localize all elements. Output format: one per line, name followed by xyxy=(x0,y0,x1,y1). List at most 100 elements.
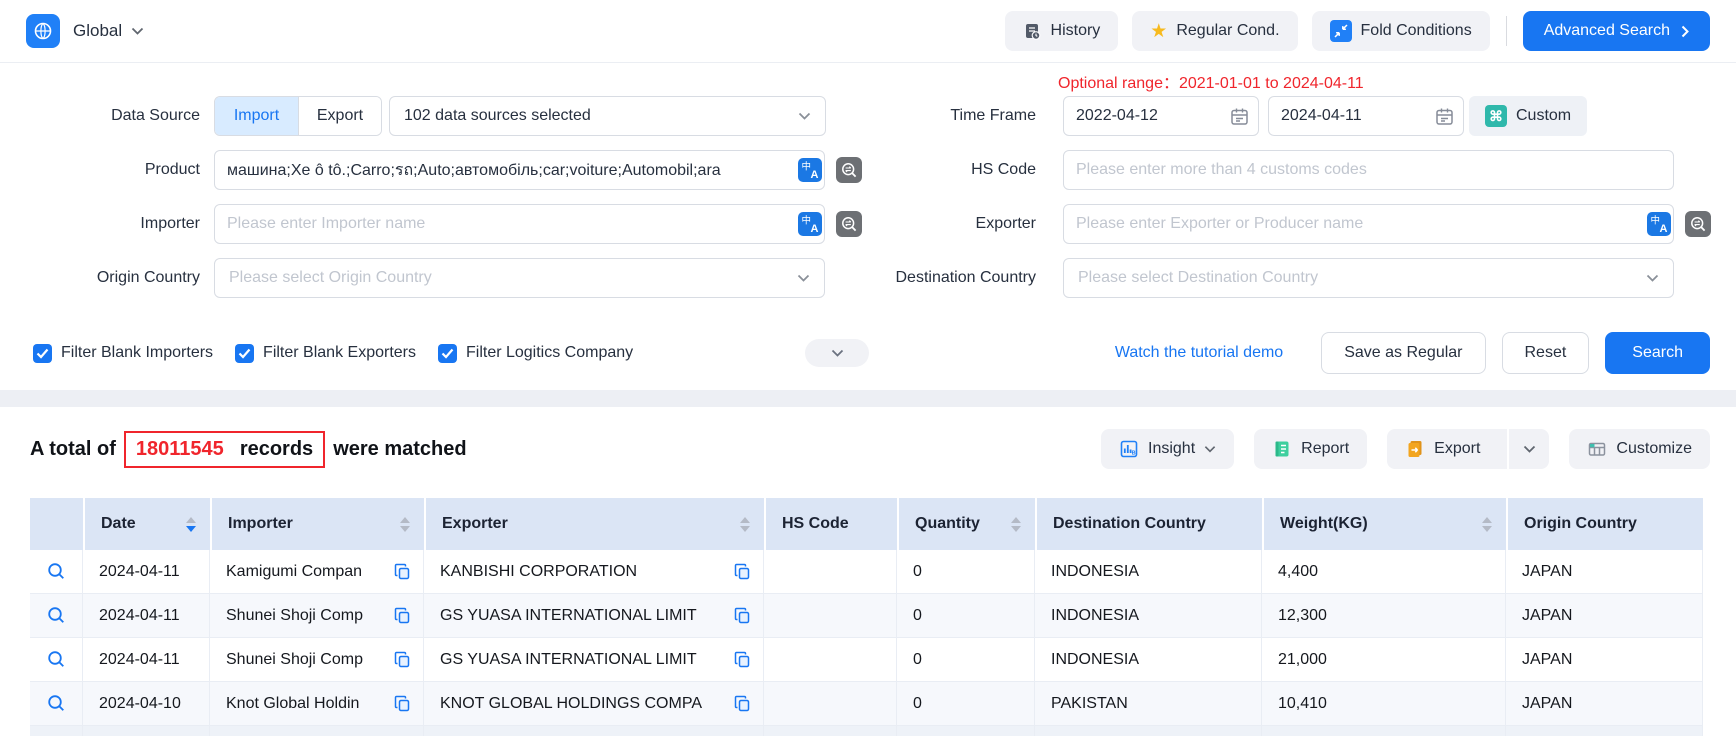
custom-label: Custom xyxy=(1516,107,1571,125)
custom-range-button[interactable]: ⌘ Custom xyxy=(1469,96,1587,136)
chevron-down-icon xyxy=(1204,445,1216,453)
importer-cell: Knot Global Holdin xyxy=(210,682,424,725)
fuzzy-match-icon[interactable] xyxy=(836,211,862,237)
checkbox-checked-icon xyxy=(438,344,457,363)
row-detail-cell xyxy=(30,594,83,637)
tutorial-link[interactable]: Watch the tutorial demo xyxy=(1115,344,1283,362)
view-detail-search-icon[interactable] xyxy=(47,562,66,581)
tab-export[interactable]: Export xyxy=(298,97,381,135)
reset-button[interactable]: Reset xyxy=(1502,332,1590,374)
report-button[interactable]: Report xyxy=(1254,429,1367,469)
svg-text:A: A xyxy=(811,169,819,181)
search-button[interactable]: Search xyxy=(1605,332,1710,374)
insight-button[interactable]: BI Insight xyxy=(1101,429,1234,469)
advanced-search-button[interactable]: Advanced Search xyxy=(1523,11,1710,51)
col-header-exporter[interactable]: Exporter xyxy=(424,498,764,550)
copy-icon[interactable] xyxy=(734,607,751,624)
fuzzy-match-icon[interactable] xyxy=(1685,211,1711,237)
checkbox-checked-icon xyxy=(235,344,254,363)
filter-blank-importers-label: Filter Blank Importers xyxy=(61,344,213,362)
exporter-name[interactable]: GS YUASA INTERNATIONAL LIMIT xyxy=(440,651,697,669)
destination-country-placeholder: Please select Destination Country xyxy=(1078,269,1318,287)
importer-input[interactable] xyxy=(214,204,825,244)
translate-icon[interactable]: 中A xyxy=(798,212,822,236)
exporter-cell: KANBISHI CORPORATION xyxy=(424,550,764,593)
sort-icon[interactable] xyxy=(1011,517,1021,532)
copy-icon[interactable] xyxy=(734,695,751,712)
reset-label: Reset xyxy=(1525,344,1567,362)
col-header-date[interactable]: Date xyxy=(83,498,210,550)
exporter-field: 中A xyxy=(1063,204,1674,244)
view-detail-search-icon[interactable] xyxy=(47,694,66,713)
time-frame-label: Time Frame xyxy=(866,96,1050,136)
customize-button[interactable]: Customize xyxy=(1569,429,1710,469)
origin-country-select[interactable]: Please select Origin Country xyxy=(214,258,825,298)
fold-conditions-button[interactable]: Fold Conditions xyxy=(1312,11,1490,51)
save-as-regular-button[interactable]: Save as Regular xyxy=(1321,332,1485,374)
hs-code-field xyxy=(1063,150,1674,190)
copy-icon[interactable] xyxy=(734,563,751,580)
importer-cell: Kamigumi Compan xyxy=(210,550,424,593)
summary-prefix: A total of xyxy=(30,438,116,461)
region-selector-label[interactable]: Global xyxy=(73,21,122,41)
copy-icon[interactable] xyxy=(394,607,411,624)
export-dropdown-button[interactable] xyxy=(1507,429,1549,469)
calendar-icon[interactable] xyxy=(1435,107,1454,126)
importer-name[interactable]: Shunei Shoji Comp xyxy=(226,607,363,625)
view-detail-search-icon[interactable] xyxy=(47,606,66,625)
product-input[interactable] xyxy=(214,150,825,190)
topbar-divider xyxy=(1506,16,1507,46)
quantity-cell: 0 xyxy=(897,594,1035,637)
sort-icon[interactable] xyxy=(400,517,410,532)
filter-blank-exporters-checkbox[interactable]: Filter Blank Exporters xyxy=(235,344,416,363)
sort-icon[interactable] xyxy=(186,517,196,532)
weight-cell: 10,410 xyxy=(1262,682,1506,725)
origin-country-cell: JAPAN xyxy=(1506,638,1703,681)
view-detail-search-icon[interactable] xyxy=(47,650,66,669)
exporter-name[interactable]: KNOT GLOBAL HOLDINGS COMPA xyxy=(440,695,702,713)
sort-icon[interactable] xyxy=(740,517,750,532)
exporter-name[interactable]: KANBISHI CORPORATION xyxy=(440,563,637,581)
col-header-quantity[interactable]: Quantity xyxy=(897,498,1035,550)
search-label: Search xyxy=(1632,344,1683,362)
app-logo[interactable] xyxy=(26,14,60,48)
date-header-label: Date xyxy=(101,515,136,533)
translate-icon[interactable]: 中A xyxy=(798,158,822,182)
export-label: Export xyxy=(1434,440,1480,458)
importer-name[interactable]: Knot Global Holdin xyxy=(226,695,359,713)
col-header-weight[interactable]: Weight(KG) xyxy=(1262,498,1506,550)
exporter-name[interactable]: GS YUASA INTERNATIONAL LIMIT xyxy=(440,607,697,625)
importer-name[interactable]: Shunei Shoji Comp xyxy=(226,651,363,669)
globe-icon xyxy=(33,21,53,41)
translate-icon[interactable]: 中A xyxy=(1647,212,1671,236)
history-button[interactable]: History xyxy=(1005,11,1119,51)
record-count-highlight-box: 18011545 records xyxy=(124,431,325,468)
filter-blank-exporters-label: Filter Blank Exporters xyxy=(263,344,416,362)
tab-import[interactable]: Import xyxy=(215,97,298,135)
col-header-importer[interactable]: Importer xyxy=(210,498,424,550)
hs-code-input[interactable] xyxy=(1063,150,1674,190)
copy-icon[interactable] xyxy=(394,695,411,712)
copy-icon[interactable] xyxy=(394,563,411,580)
importer-name[interactable]: Kamigumi Compan xyxy=(226,563,362,581)
data-sources-select[interactable]: 102 data sources selected xyxy=(389,96,826,136)
region-chevron-down-icon[interactable] xyxy=(131,27,144,35)
regular-cond-button[interactable]: ★ Regular Cond. xyxy=(1132,11,1297,51)
quantity-cell: 0 xyxy=(897,682,1035,725)
date-start-field[interactable] xyxy=(1063,96,1259,136)
hs-code-cell xyxy=(764,550,897,593)
star-icon: ★ xyxy=(1150,22,1167,41)
filter-blank-importers-checkbox[interactable]: Filter Blank Importers xyxy=(33,344,213,363)
copy-icon[interactable] xyxy=(394,651,411,668)
date-end-field[interactable] xyxy=(1268,96,1464,136)
filter-logitics-company-checkbox[interactable]: Filter Logitics Company xyxy=(438,344,633,363)
fuzzy-match-icon[interactable] xyxy=(836,157,862,183)
origin-country-cell: JAPAN xyxy=(1506,682,1703,725)
calendar-icon[interactable] xyxy=(1230,107,1249,126)
destination-country-select[interactable]: Please select Destination Country xyxy=(1063,258,1674,298)
copy-icon[interactable] xyxy=(734,651,751,668)
expand-conditions-button[interactable] xyxy=(805,339,869,367)
sort-icon[interactable] xyxy=(1482,517,1492,532)
export-button[interactable]: Export xyxy=(1387,429,1498,469)
exporter-input[interactable] xyxy=(1063,204,1674,244)
